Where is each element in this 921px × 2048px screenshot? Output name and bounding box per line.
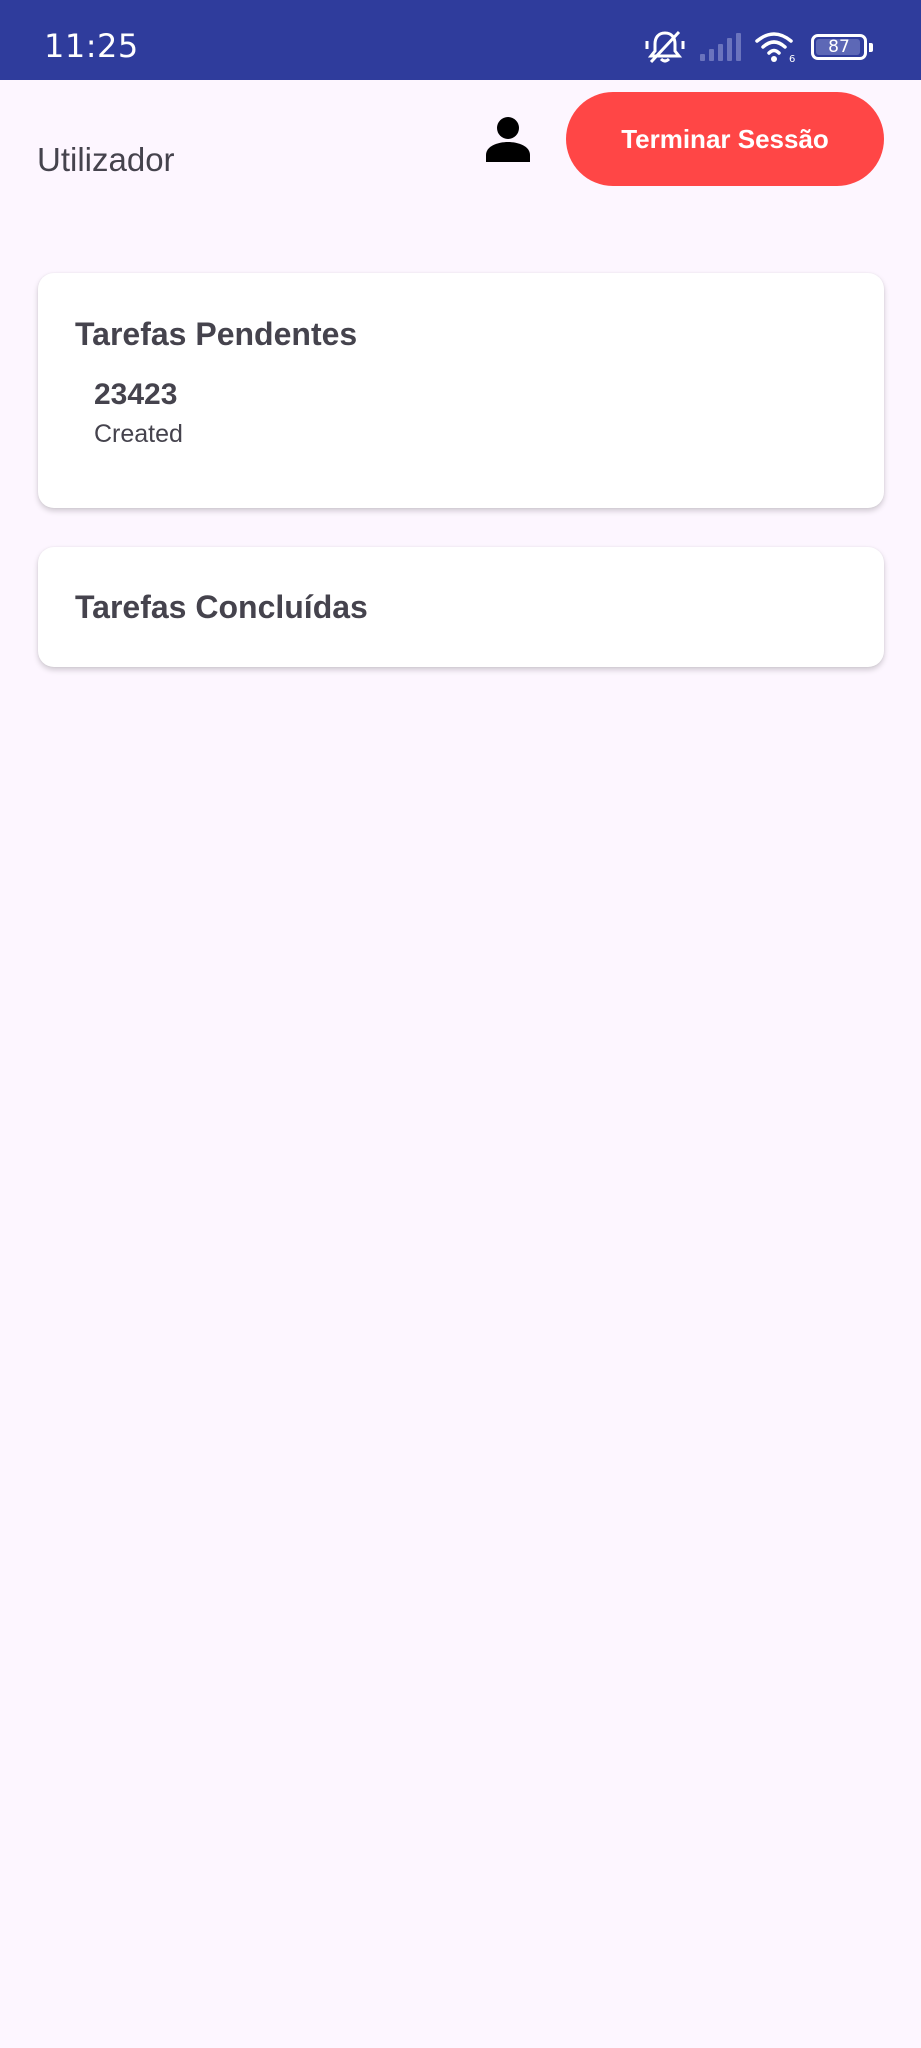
mute-vibrate-icon [645, 29, 685, 65]
completed-tasks-title: Tarefas Concluídas [75, 589, 368, 625]
user-label: Utilizador [37, 141, 175, 178]
completed-tasks-card: Tarefas Concluídas [38, 547, 884, 667]
pending-tasks-title: Tarefas Pendentes [75, 316, 358, 352]
pending-tasks-card: Tarefas Pendentes 23423 Created [38, 273, 884, 508]
battery-icon: 87 [811, 34, 873, 60]
task-status: Created [94, 420, 183, 448]
task-name: 23423 [94, 378, 178, 411]
wifi-icon: 6 [755, 31, 797, 63]
status-icons: 6 87 [645, 27, 873, 67]
status-bar: 11:25 6 87 [0, 0, 921, 80]
logout-button[interactable]: Terminar Sessão [566, 92, 884, 186]
svg-text:6: 6 [789, 54, 795, 63]
status-time: 11:25 [44, 27, 139, 65]
task-item[interactable]: 23423 Created [94, 377, 814, 449]
battery-level: 87 [828, 37, 850, 57]
signal-icon [699, 33, 741, 61]
person-icon[interactable] [486, 116, 530, 162]
